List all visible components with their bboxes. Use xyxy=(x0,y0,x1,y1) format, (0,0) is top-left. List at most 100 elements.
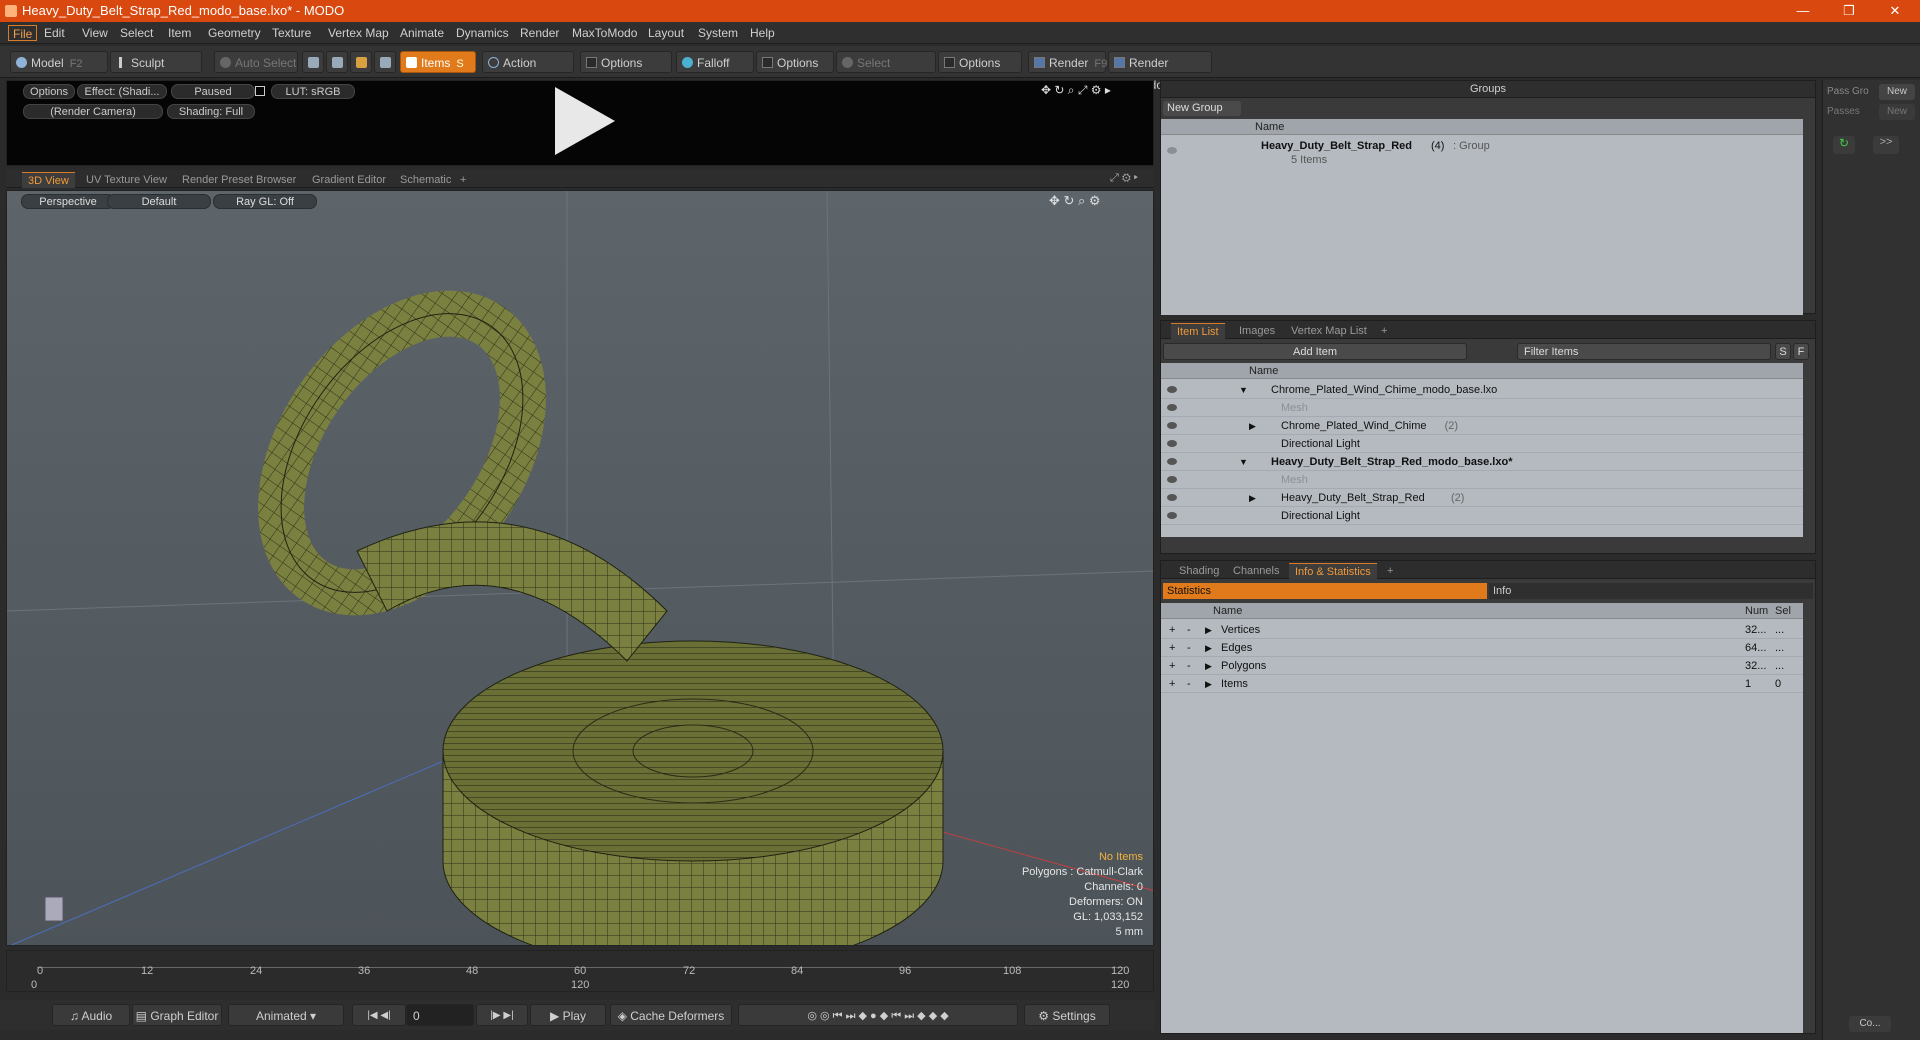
menu-vertex-map[interactable]: Vertex Map xyxy=(324,25,393,41)
lut-dropdown[interactable]: LUT: sRGB xyxy=(271,84,355,99)
play-button[interactable]: ▶ Play xyxy=(530,1004,606,1026)
playback-back-buttons[interactable]: |◀ ◀| xyxy=(352,1004,406,1026)
expand-icon[interactable]: >> xyxy=(1873,136,1899,154)
tab-uv-texture-view[interactable]: UV Texture View xyxy=(80,172,173,188)
visibility-icon[interactable] xyxy=(1167,404,1177,411)
add-tab-button[interactable]: + xyxy=(1381,563,1399,579)
tab-channels[interactable]: Channels xyxy=(1227,563,1285,579)
add-icon[interactable]: + xyxy=(1169,657,1175,675)
add-icon[interactable]: + xyxy=(1169,621,1175,639)
tab-item-list[interactable]: Item List xyxy=(1171,323,1225,339)
audio-button[interactable]: ♫ Audio xyxy=(52,1004,130,1026)
visibility-icon[interactable] xyxy=(1167,440,1177,447)
filter-items-input[interactable]: Filter Items xyxy=(1517,343,1771,360)
info-tab[interactable]: Info xyxy=(1489,583,1813,599)
materials-mode-button[interactable] xyxy=(374,51,396,73)
settings-button[interactable]: ⚙ Settings xyxy=(1024,1004,1110,1026)
refresh-icon[interactable]: ↻ xyxy=(1833,136,1855,154)
menu-select[interactable]: Select xyxy=(116,25,157,41)
select-through-button[interactable]: Select Through xyxy=(836,51,936,92)
play-icon[interactable] xyxy=(555,87,615,155)
item-list-row[interactable]: ▶ Chrome_Plated_Wind_Chime (2) xyxy=(1161,417,1803,435)
maximize-button[interactable]: ❐ xyxy=(1826,0,1872,22)
tab-schematic[interactable]: Schematic xyxy=(394,172,457,188)
stat-row[interactable]: + - ▶ Edges 64...... xyxy=(1161,639,1803,657)
menu-texture[interactable]: Texture xyxy=(268,25,315,41)
group-row[interactable]: Heavy_Duty_Belt_Strap_Red (4) : Group 5 … xyxy=(1161,137,1803,167)
command-button[interactable]: Co... xyxy=(1849,1016,1891,1032)
render-camera-dropdown[interactable]: (Render Camera) xyxy=(23,104,163,119)
expand-arrow-icon[interactable]: ▶ xyxy=(1205,639,1212,657)
key-controls[interactable]: ◎ ◎ ⏮ ⏭ ◆ ● ◆ ⏮ ⏭ ◆ ◆ ◆ xyxy=(738,1004,1018,1026)
tab-gradient-editor[interactable]: Gradient Editor xyxy=(306,172,392,188)
shading-dropdown[interactable]: Shading: Full xyxy=(167,104,255,119)
expand-arrow-icon[interactable]: ▶ xyxy=(1205,621,1212,639)
stat-row[interactable]: + - ▶ Polygons 32...... xyxy=(1161,657,1803,675)
add-tab-button[interactable]: + xyxy=(1375,323,1393,339)
remove-icon[interactable]: - xyxy=(1187,657,1191,675)
new-group-button[interactable]: New Group xyxy=(1163,101,1241,116)
item-list-row[interactable]: ▼ Chrome_Plated_Wind_Chime_modo_base.lxo xyxy=(1161,381,1803,399)
falloff-button[interactable]: Falloff xyxy=(676,51,754,73)
graph-editor-button[interactable]: ▤ Graph Editor xyxy=(132,1004,222,1026)
item-list-row[interactable]: ▶ Heavy_Duty_Belt_Strap_Red (2) xyxy=(1161,489,1803,507)
auto-select-button[interactable]: Auto Select xyxy=(214,51,298,73)
item-list-row[interactable]: Directional Light xyxy=(1161,435,1803,453)
sculpt-mode-button[interactable]: Sculpt xyxy=(110,51,202,73)
visibility-icon[interactable] xyxy=(1167,476,1177,483)
playback-forward-buttons[interactable]: |▶ ▶| xyxy=(476,1004,528,1026)
menu-dynamics[interactable]: Dynamics xyxy=(452,25,513,41)
add-icon[interactable]: + xyxy=(1169,639,1175,657)
visibility-icon[interactable] xyxy=(1167,494,1177,501)
add-tab-button[interactable]: + xyxy=(454,172,472,188)
expand-arrow-icon[interactable]: ▶ xyxy=(1249,417,1256,435)
add-icon[interactable]: + xyxy=(1169,675,1175,693)
minimize-button[interactable]: — xyxy=(1780,0,1826,22)
tab-images[interactable]: Images xyxy=(1233,323,1281,339)
new-pass-button[interactable]: New xyxy=(1879,104,1915,120)
falloff-options-button[interactable]: Options xyxy=(756,51,834,73)
item-list-row[interactable]: ▼ Heavy_Duty_Belt_Strap_Red_modo_base.lxo… xyxy=(1161,453,1803,471)
animated-dropdown[interactable]: Animated ▾ xyxy=(228,1004,344,1026)
statistics-tab[interactable]: Statistics xyxy=(1163,583,1487,599)
visibility-icon[interactable] xyxy=(1167,386,1177,393)
render-window-button[interactable]: Render Window xyxy=(1108,51,1212,92)
lock-icon[interactable] xyxy=(255,86,265,96)
expand-arrow-icon[interactable]: ▶ xyxy=(1205,657,1212,675)
preview-nav-icons[interactable]: ✥ ↻ ⌕ ⤢ ⚙ ▸ xyxy=(1041,83,1111,98)
add-item-dropdown[interactable]: Add Item xyxy=(1163,343,1467,360)
tab-vertex-map-list[interactable]: Vertex Map List xyxy=(1285,323,1373,339)
expand-arrow-icon[interactable]: ▼ xyxy=(1239,381,1248,399)
filter-f-button[interactable]: F xyxy=(1793,343,1809,360)
polygons-mode-button[interactable] xyxy=(350,51,372,73)
visibility-icon[interactable] xyxy=(1167,147,1177,154)
preview-options-button[interactable]: Options xyxy=(23,84,75,99)
menu-system[interactable]: System xyxy=(694,25,742,41)
visibility-icon[interactable] xyxy=(1167,512,1177,519)
visibility-icon[interactable] xyxy=(1167,458,1177,465)
visibility-icon[interactable] xyxy=(1167,422,1177,429)
vertices-mode-button[interactable] xyxy=(302,51,324,73)
remove-icon[interactable]: - xyxy=(1187,675,1191,693)
model-mode-button[interactable]: Model F2 xyxy=(10,51,108,73)
menu-layout[interactable]: Layout xyxy=(644,25,688,41)
menu-maxtomodo[interactable]: MaxToModo xyxy=(568,25,641,41)
close-button[interactable]: ✕ xyxy=(1872,0,1918,22)
current-frame-input[interactable]: 0 xyxy=(406,1004,474,1026)
new-pass-group-button[interactable]: New xyxy=(1879,84,1915,100)
render-button[interactable]: Render F9 xyxy=(1028,51,1107,73)
remove-icon[interactable]: - xyxy=(1187,639,1191,657)
action-center-options-button[interactable]: Options xyxy=(580,51,672,73)
edges-mode-button[interactable] xyxy=(326,51,348,73)
menu-help[interactable]: Help xyxy=(746,25,779,41)
expand-arrow-icon[interactable]: ▶ xyxy=(1249,489,1256,507)
tab-3d-view[interactable]: 3D View xyxy=(22,172,75,188)
preview-paused-button[interactable]: Paused xyxy=(171,84,255,99)
tab-shading[interactable]: Shading xyxy=(1173,563,1225,579)
filter-s-button[interactable]: S xyxy=(1775,343,1791,360)
menu-view[interactable]: View xyxy=(78,25,112,41)
3d-viewport[interactable]: Perspective Default Ray GL: Off ✥ ↻ ⌕ ⚙ … xyxy=(6,190,1154,946)
remove-icon[interactable]: - xyxy=(1187,621,1191,639)
preview-effect-dropdown[interactable]: Effect: (Shadi... xyxy=(77,84,167,99)
item-list-row[interactable]: Mesh xyxy=(1161,471,1803,489)
